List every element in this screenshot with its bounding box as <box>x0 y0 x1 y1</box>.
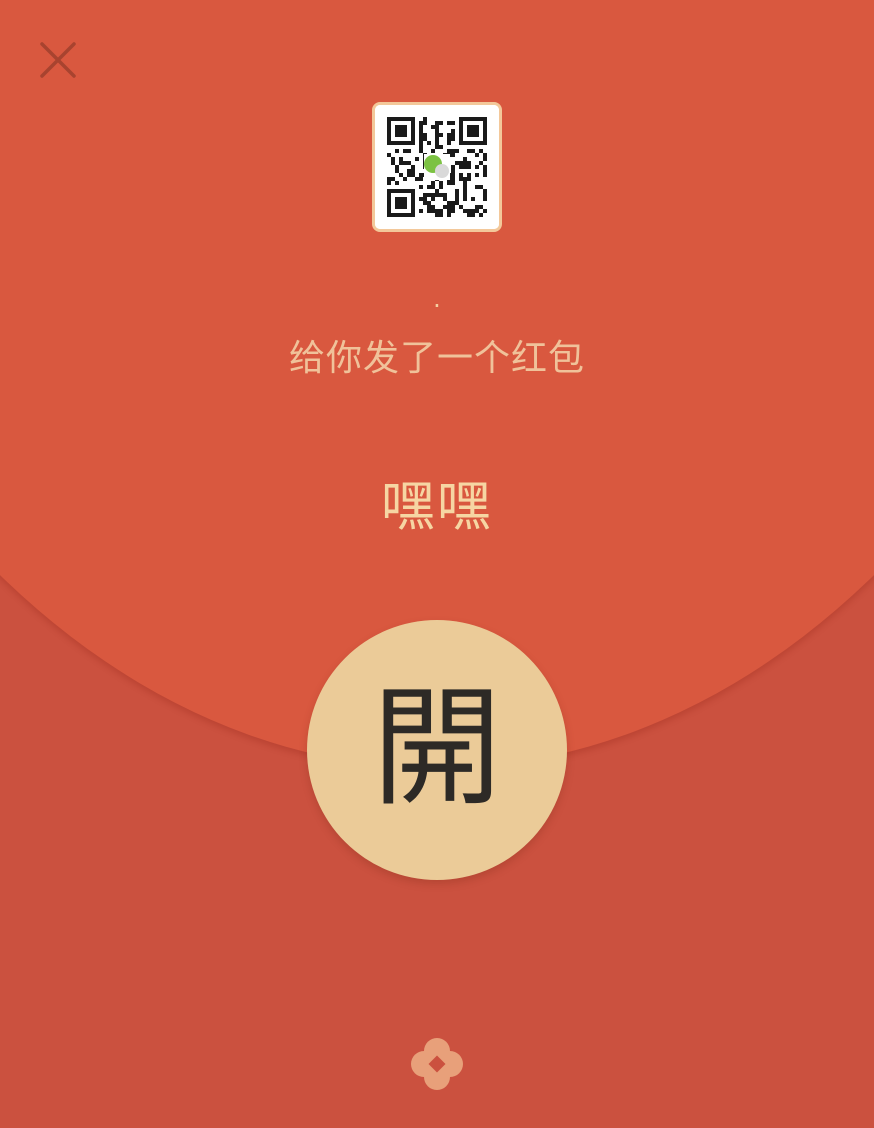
greeting-message: 嘿嘿 <box>381 475 493 538</box>
close-button[interactable] <box>34 36 82 84</box>
sender-avatar <box>372 102 502 232</box>
envelope-subtitle: 给你发了一个红包 <box>288 338 585 379</box>
red-packet-logo <box>409 1036 465 1092</box>
sender-name: · <box>433 292 441 320</box>
open-button[interactable]: 開 <box>307 620 567 880</box>
close-icon <box>40 42 76 78</box>
open-button-label: 開 <box>371 672 502 824</box>
red-packet-logo-icon <box>411 1038 463 1090</box>
qr-code-avatar <box>375 105 499 229</box>
red-packet-envelope: · 给你发了一个红包 嘿嘿 開 <box>0 0 874 1128</box>
